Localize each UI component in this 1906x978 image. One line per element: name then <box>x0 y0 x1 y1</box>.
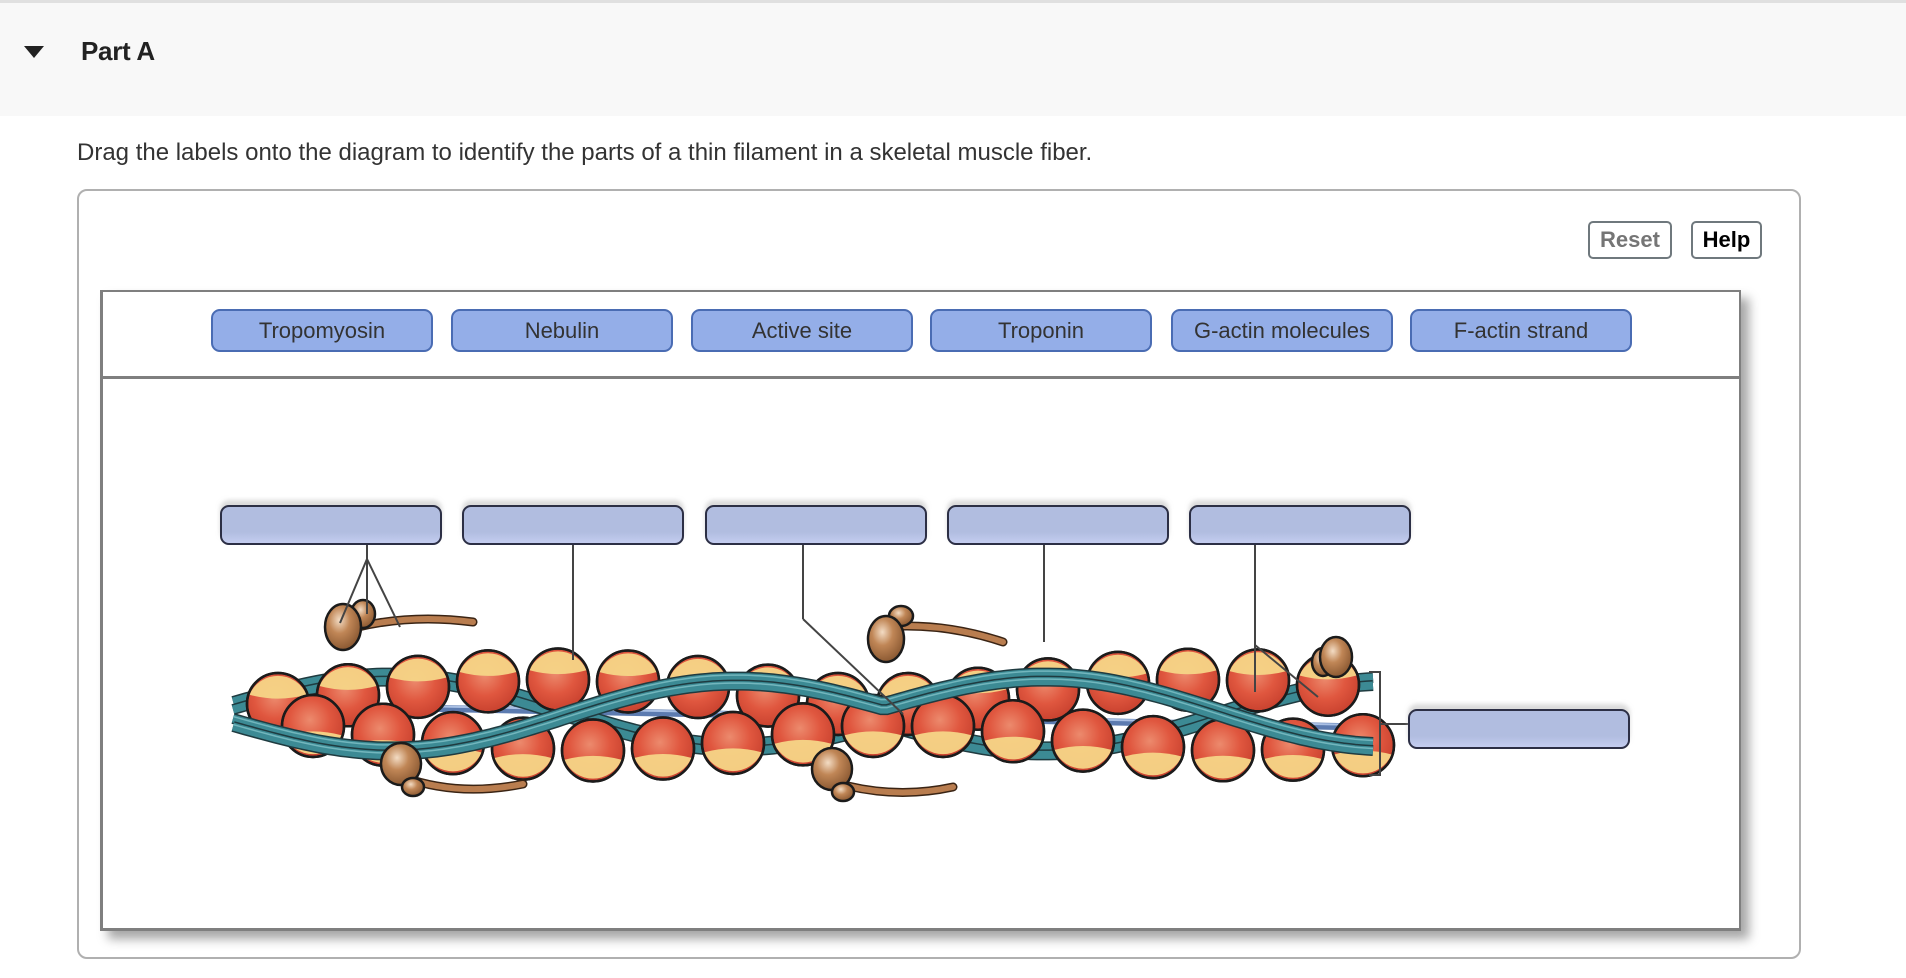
caret-down-icon <box>24 46 44 58</box>
g-actin-bead <box>560 718 626 783</box>
instructions-text: Drag the labels onto the diagram to iden… <box>77 139 1093 166</box>
g-actin-bead <box>1225 648 1291 713</box>
troponin-knob <box>866 614 906 664</box>
troponin-knob <box>830 781 856 803</box>
drop-target-3[interactable] <box>705 505 927 545</box>
drop-target-4[interactable] <box>947 505 1169 545</box>
g-actin-bead <box>1120 714 1186 780</box>
g-actin-bead <box>455 649 521 714</box>
g-actin-bead <box>980 699 1046 764</box>
drop-target-6[interactable] <box>1408 709 1630 749</box>
labeling-activity: Tropomyosin Nebulin Active site Troponin… <box>100 290 1741 931</box>
g-actin-bead <box>700 710 766 776</box>
drop-target-5[interactable] <box>1189 505 1411 545</box>
reset-button[interactable]: Reset <box>1588 221 1672 259</box>
troponin-knob <box>1318 635 1354 679</box>
g-actin-bead <box>630 716 696 781</box>
g-actin-bead <box>1050 708 1116 773</box>
drop-target-2[interactable] <box>462 505 684 545</box>
troponin-knob <box>323 602 363 652</box>
part-header: Part A <box>0 0 1906 116</box>
collapse-toggle[interactable] <box>20 41 50 63</box>
part-title: Part A <box>81 36 155 66</box>
troponin-knob <box>400 776 426 798</box>
thin-filament-diagram <box>231 532 1409 803</box>
drop-target-1[interactable] <box>220 505 442 545</box>
help-button[interactable]: Help <box>1691 221 1762 259</box>
